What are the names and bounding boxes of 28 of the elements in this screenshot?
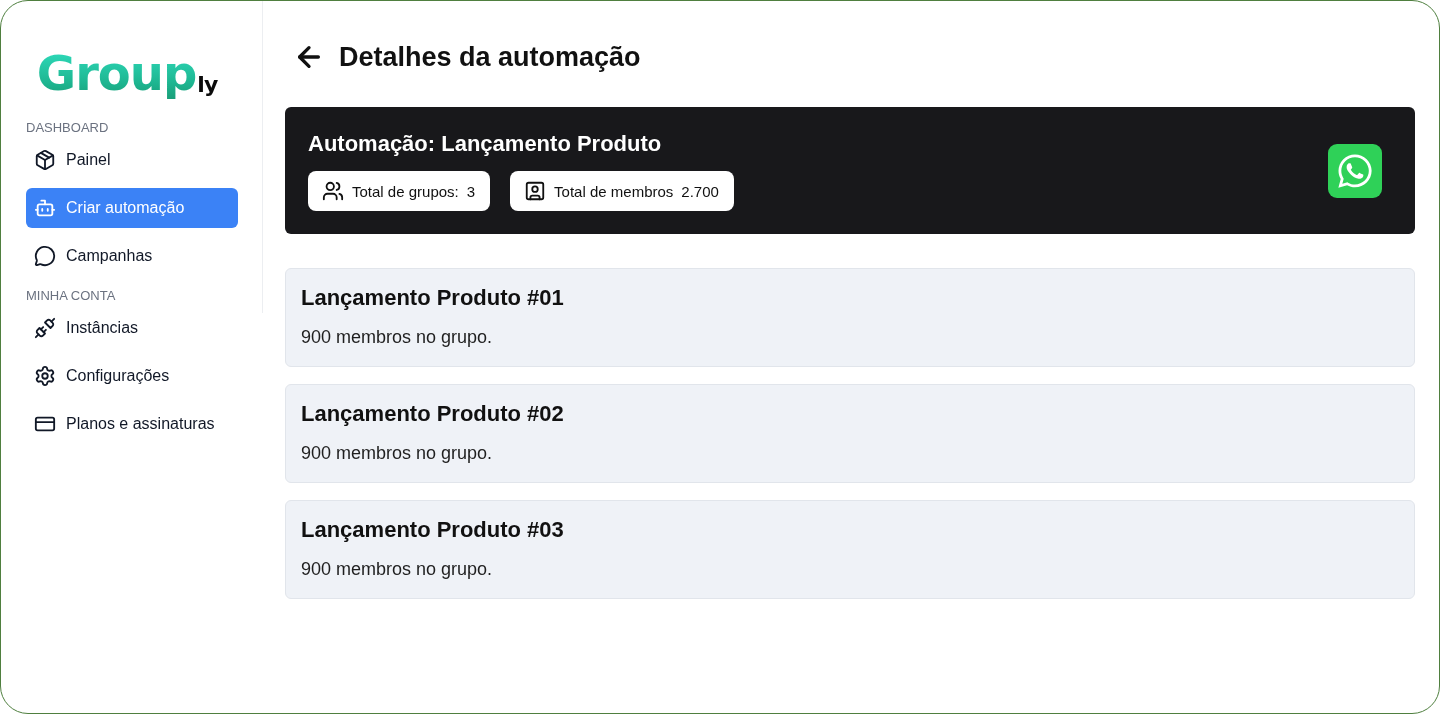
group-name: Lançamento Produto #01	[301, 285, 565, 311]
section-heading: MINHA CONTA	[26, 288, 117, 304]
plug-icon	[34, 317, 56, 339]
page-title: Detalhes da automação	[339, 41, 641, 73]
automation-title: Automação: Lançamento Produto	[308, 131, 663, 157]
group-name: Lançamento Produto #02	[301, 401, 565, 427]
nav-item[interactable]: Configurações	[26, 356, 238, 396]
settings-icon	[34, 365, 56, 387]
users-icon	[322, 180, 344, 202]
nav-item[interactable]: Painel	[26, 140, 238, 180]
group-members: 900 membros no grupo.	[301, 326, 494, 348]
group-members: 900 membros no grupo.	[301, 558, 494, 580]
stat-value: 3	[466, 182, 476, 200]
robot-icon	[34, 197, 56, 219]
nav-item[interactable]: Planos e assinaturas	[26, 404, 238, 444]
group-members: 900 membros no grupo.	[301, 442, 494, 464]
contact-card-icon	[524, 180, 547, 202]
chat-bubble-icon	[34, 245, 56, 267]
section-heading: DASHBOARD	[26, 120, 110, 136]
nav-item[interactable]: Instâncias	[26, 308, 238, 348]
package-icon	[34, 149, 56, 171]
nav-item[interactable]: Campanhas	[26, 236, 238, 276]
stat-label: Total de membros	[554, 182, 674, 200]
stat-label: Total de grupos:	[352, 182, 459, 200]
chat-phone-icon	[1328, 144, 1382, 198]
nav-item[interactable]: Criar automação	[26, 188, 238, 228]
group-name: Lançamento Produto #03	[301, 517, 565, 543]
stat-value: 2.700	[681, 182, 719, 200]
